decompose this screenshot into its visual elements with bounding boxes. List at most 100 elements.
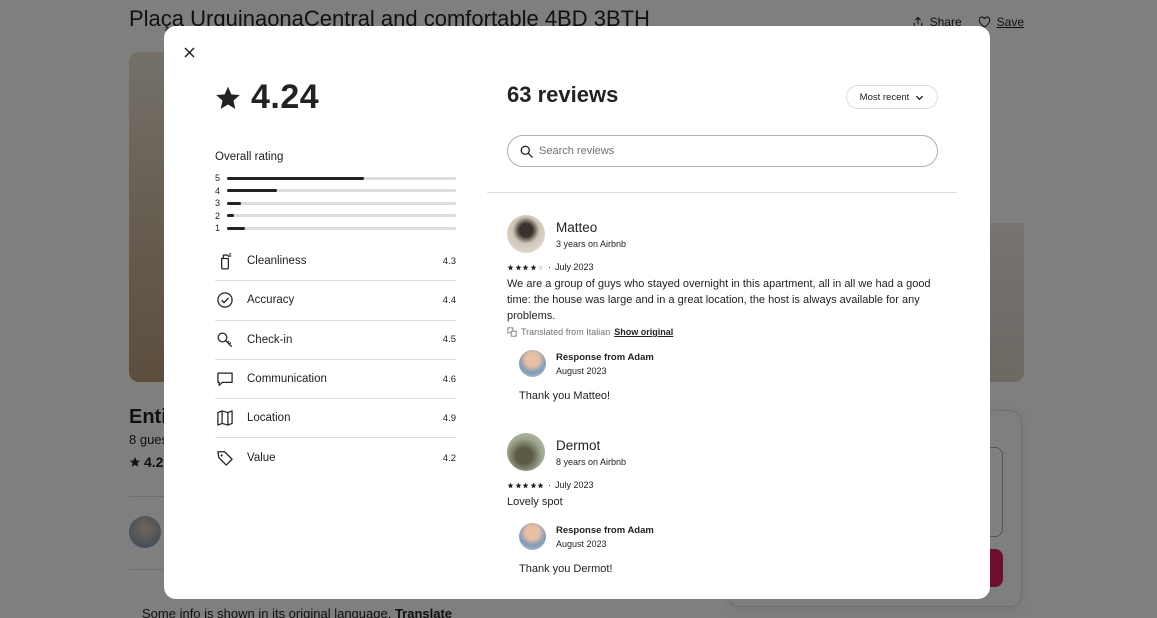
review-text: Lovely spot <box>507 496 563 508</box>
distribution-fill <box>227 214 234 218</box>
spray-bottle-icon <box>221 253 232 270</box>
category-name: Check-in <box>247 333 293 346</box>
reviewer-name: Dermot <box>556 437 601 453</box>
close-button[interactable] <box>178 41 200 63</box>
overall-rating-label: Overall rating <box>215 151 284 163</box>
key-icon <box>217 332 233 347</box>
star-filled-icon <box>515 264 521 270</box>
category-name: Value <box>247 452 276 465</box>
category-score: 4.6 <box>442 373 456 385</box>
distribution-track <box>227 189 456 193</box>
review-meta: · July 2023 <box>507 262 937 272</box>
distribution-fill <box>227 189 278 193</box>
response-text: Thank you Dermot! <box>519 563 613 575</box>
overall-score: 4.24 <box>215 78 319 117</box>
host-response: Response from Adam August 2023 Thank you… <box>519 350 937 402</box>
distribution-star-label: 2 <box>215 210 221 221</box>
review-header: Matteo 3 years on Airbnb <box>507 215 937 253</box>
reviewer-avatar[interactable] <box>507 215 545 253</box>
review-stars <box>507 264 544 271</box>
distribution-track <box>227 176 456 180</box>
reviews-count-title: 63 reviews <box>507 82 619 107</box>
review-stars <box>507 482 544 489</box>
distribution-track <box>227 214 456 218</box>
search-icon <box>520 145 533 158</box>
distribution-row-4: 4 <box>215 185 456 198</box>
response-from: Response from Adam <box>556 524 654 536</box>
distribution-star-label: 1 <box>215 223 221 234</box>
category-score: 4.2 <box>442 452 456 464</box>
translate-icon <box>507 327 517 337</box>
category-score: 4.3 <box>442 255 456 267</box>
star-empty-icon <box>537 264 544 270</box>
response-from: Response from Adam <box>556 351 654 363</box>
category-value: Value 4.2 <box>215 438 456 477</box>
distribution-row-3: 3 <box>215 197 456 210</box>
reviewer-name: Matteo <box>556 219 598 235</box>
tag-icon <box>217 451 233 466</box>
chevron-down-icon <box>916 95 924 100</box>
star-filled-icon <box>537 482 544 488</box>
divider <box>487 192 957 193</box>
category-location: Location 4.9 <box>215 399 456 439</box>
review-date: July 2023 <box>555 480 594 490</box>
reviewer-avatar[interactable] <box>507 433 545 471</box>
host-avatar[interactable] <box>519 350 546 377</box>
distribution-row-1: 1 <box>215 222 456 235</box>
category-check-in: Check-in 4.5 <box>215 321 456 360</box>
distribution-fill <box>227 201 241 205</box>
review-text: We are a group of guys who stayed overni… <box>507 278 931 322</box>
review-header: Dermot 8 years on Airbnb <box>507 433 937 471</box>
category-ratings: Cleanliness 4.3 Accuracy 4.4 Check-in 4.5 Comm… <box>215 242 456 478</box>
close-icon <box>184 47 194 57</box>
overall-score-value: 4.24 <box>251 78 320 116</box>
review-item: Dermot 8 years on Airbnb · July 2023 Lov… <box>507 433 937 575</box>
star-filled-icon <box>522 482 529 488</box>
distribution-star-label: 3 <box>215 198 221 209</box>
distribution-star-label: 4 <box>215 185 221 196</box>
sort-label: Most recent <box>859 91 910 103</box>
star-filled-icon <box>507 482 514 488</box>
response-header: Response from Adam August 2023 <box>519 350 937 377</box>
category-name: Accuracy <box>247 294 295 307</box>
star-filled-icon <box>522 264 529 270</box>
response-date: August 2023 <box>556 365 607 376</box>
distribution-track <box>227 201 456 205</box>
reviewer-tenure: 8 years on Airbnb <box>556 456 627 467</box>
search-reviews[interactable] <box>507 135 938 167</box>
host-response: Response from Adam August 2023 Thank you… <box>519 523 937 575</box>
distribution-star-label: 5 <box>215 173 221 184</box>
category-name: Communication <box>247 373 327 386</box>
meta-separator: · <box>548 262 551 272</box>
distribution-row-2: 2 <box>215 210 456 223</box>
search-input[interactable] <box>539 145 919 157</box>
star-filled-icon <box>507 264 514 270</box>
reviews-modal: 4.24 Overall rating 54 32 1 Cleanliness 4.3… <box>164 26 990 599</box>
show-original-link[interactable]: Show original <box>614 327 673 337</box>
star-icon <box>216 86 240 109</box>
response-date: August 2023 <box>556 538 607 549</box>
distribution-fill <box>227 226 246 230</box>
category-name: Location <box>247 412 291 425</box>
category-cleanliness: Cleanliness 4.3 <box>215 242 456 282</box>
category-name: Cleanliness <box>247 255 307 268</box>
chat-bubble-icon <box>217 372 233 386</box>
category-score: 4.9 <box>442 412 456 424</box>
star-filled-icon <box>515 482 521 488</box>
rating-distribution: 54 32 1 <box>215 172 456 235</box>
category-score: 4.4 <box>442 294 456 306</box>
response-text: Thank you Matteo! <box>519 390 611 402</box>
translation-info: Translated from Italian Show original <box>507 327 937 337</box>
reviewer-tenure: 3 years on Airbnb <box>556 238 627 249</box>
star-filled-icon <box>530 482 536 488</box>
host-avatar[interactable] <box>519 523 546 550</box>
review-date: July 2023 <box>555 262 594 272</box>
response-header: Response from Adam August 2023 <box>519 523 937 550</box>
star-filled-icon <box>530 264 536 270</box>
distribution-row-5: 5 <box>215 172 456 185</box>
sort-dropdown[interactable]: Most recent <box>846 85 938 109</box>
review-meta: · July 2023 <box>507 480 937 490</box>
check-circle-icon <box>217 292 233 309</box>
category-accuracy: Accuracy 4.4 <box>215 281 456 321</box>
map-icon <box>217 410 233 427</box>
